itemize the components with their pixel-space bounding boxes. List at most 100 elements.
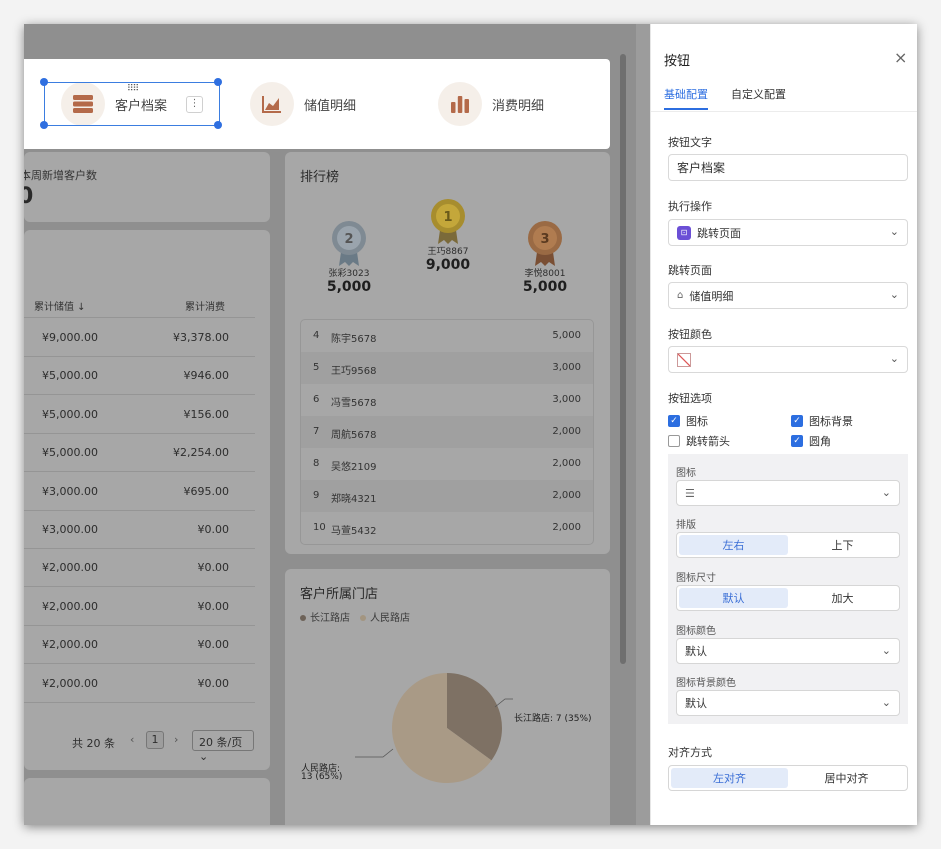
table-row[interactable]: ¥2,000.00 ¥0.00 [24, 588, 255, 626]
podium-value: 9,000 [425, 257, 471, 273]
tab-basic[interactable]: 基础配置 [664, 86, 708, 102]
stored-value-cell: ¥2,000.00 [42, 599, 98, 613]
consumption-detail-button[interactable]: 消费明细 [438, 82, 544, 126]
size-default[interactable]: 默认 [679, 588, 788, 608]
list-icon: ☰ [685, 486, 695, 500]
leader-line [355, 748, 394, 758]
table-row[interactable]: ¥3,000.00 ¥695.00 [24, 473, 255, 511]
header-stored[interactable]: 累计储值 ↓ [34, 298, 86, 313]
icon-select[interactable]: ☰ ⌄ [676, 480, 900, 506]
align-center[interactable]: 居中对齐 [788, 768, 905, 788]
app-window: 本周新增客户数 0 累计储值 ↓ 累计消费 ¥9,000.00 ¥3,378.00… [24, 24, 917, 825]
rank-name: 王巧9568 [331, 366, 377, 377]
checkbox-empty [668, 435, 680, 447]
prev-page-icon[interactable]: ‹ [130, 733, 134, 746]
spent-value-cell: ¥2,254.00 [173, 446, 229, 460]
pagination: 共 20 条 ‹ 1 › 20 条/页 ⌄ [24, 726, 270, 763]
layout-top-bottom[interactable]: 上下 [788, 535, 897, 555]
ranking-row: 8 吴悠2109 2,000 [301, 448, 593, 480]
ranking-row: 10 马萱5432 2,000 [301, 512, 593, 544]
stored-value-cell: ¥5,000.00 [42, 369, 98, 383]
close-icon[interactable]: × [894, 48, 907, 67]
tab-active-underline [664, 108, 708, 110]
rank-number: 8 [313, 458, 320, 469]
rank-name: 吴悠2109 [331, 462, 377, 473]
legend-item: 人民路店 [360, 609, 410, 624]
table-row[interactable]: ¥9,000.00 ¥3,378.00 [24, 319, 255, 357]
icon-bg-color-select[interactable]: 默认 ⌄ [676, 690, 900, 716]
button-text-input[interactable]: 客户档案 [668, 154, 908, 181]
spent-value-cell: ¥3,378.00 [173, 331, 229, 344]
stored-value-cell: ¥1,000.00 [42, 715, 98, 717]
icon-label: 图标 [676, 468, 696, 479]
spent-value-cell: ¥0.00 [197, 638, 230, 652]
next-page-icon[interactable]: › [174, 733, 178, 746]
jump-page-select[interactable]: ⌂ 储值明细 ⌄ [668, 282, 908, 309]
action-select[interactable]: ⊡ 跳转页面 ⌄ [668, 219, 908, 246]
align-left[interactable]: 左对齐 [671, 768, 788, 788]
spent-value-cell: ¥0.00 [198, 715, 230, 717]
store-chart-card: 客户所属门店 长江路店 人民路店 长江路店: 7 (35%) 人民路店: 13 … [285, 569, 610, 825]
spent-value-cell: ¥695.00 [183, 484, 230, 498]
rank-value: 2,000 [552, 426, 581, 437]
table-row[interactable]: ¥5,000.00 ¥156.00 [24, 396, 255, 434]
canvas-scrollbar[interactable] [620, 54, 626, 664]
no-color-icon [677, 352, 691, 367]
table-row[interactable]: ¥2,000.00 ¥0.00 [24, 626, 255, 665]
podium-name: 李悦8001 [524, 269, 566, 279]
button-options-label: 按钮选项 [668, 392, 712, 405]
ranking-title: 排行榜 [300, 170, 340, 185]
tab-custom[interactable]: 自定义配置 [731, 86, 786, 102]
resize-handle[interactable] [40, 121, 48, 129]
table-row[interactable]: ¥5,000.00 ¥2,254.00 [24, 434, 255, 473]
rank-value: 2,000 [552, 490, 581, 501]
stored-value-detail-button[interactable]: 储值明细 [250, 82, 356, 126]
option-rounded-checkbox[interactable]: ✓ 圆角 [791, 433, 831, 449]
layout-label: 排版 [676, 520, 696, 531]
silver-medal-icon: 2 [332, 221, 366, 266]
table-row[interactable]: ¥3,000.00 ¥0.00 [24, 511, 255, 549]
button-label: 消费明细 [492, 98, 545, 114]
ranking-row: 9 郑晓4321 2,000 [301, 480, 593, 512]
table-row[interactable]: ¥5,000.00 ¥946.00 [24, 357, 255, 396]
button-color-select[interactable]: ⌄ [668, 346, 908, 373]
spent-value-cell: ¥156.00 [183, 407, 230, 421]
podium-second: 2 张彩3023 5,000 [322, 220, 376, 295]
chevron-down-icon: ⌄ [889, 288, 899, 301]
table-row[interactable]: ¥2,000.00 ¥0.00 [24, 549, 255, 588]
layout-segmented: 左右 上下 [676, 532, 900, 558]
page-size-select[interactable]: 20 条/页 ⌄ [192, 730, 254, 763]
alignment-label: 对齐方式 [668, 746, 712, 759]
size-large[interactable]: 加大 [788, 588, 897, 608]
resize-handle[interactable] [40, 78, 48, 86]
rank-number: 4 [313, 330, 320, 341]
page-number[interactable]: 1 [146, 731, 164, 749]
stored-value-cell: ¥2,000.00 [42, 561, 98, 575]
layout-left-right[interactable]: 左右 [679, 535, 788, 555]
rank-number: 7 [313, 426, 320, 437]
chart-legend: 长江路店 人民路店 [300, 609, 410, 624]
jump-page-label: 跳转页面 [668, 264, 712, 277]
stored-value-cell: ¥9,000.00 [42, 331, 98, 344]
rank-number: 9 [313, 490, 320, 501]
option-icon-bg-checkbox[interactable]: ✓ 图标背景 [791, 413, 853, 429]
more-options-icon[interactable]: ⋮ [186, 96, 203, 113]
table-row[interactable]: ¥1,000.00 ¥0.00 [24, 703, 255, 717]
header-spent[interactable]: 累计消费 [185, 298, 225, 313]
rank-name: 郑晓4321 [331, 494, 377, 505]
check-icon: ✓ [668, 415, 680, 427]
resize-handle[interactable] [214, 121, 222, 129]
stored-value-cell: ¥3,000.00 [42, 523, 98, 536]
chevron-down-icon: ⌄ [881, 486, 891, 499]
pie-chart [355, 673, 513, 783]
option-icon-checkbox[interactable]: ✓ 图标 [668, 413, 708, 429]
drag-handle-icon[interactable]: ⠿⠿ [127, 84, 139, 94]
resize-handle[interactable] [214, 78, 222, 86]
table-row[interactable]: ¥2,000.00 ¥0.00 [24, 665, 255, 703]
spent-value-cell: ¥0.00 [197, 676, 230, 690]
option-arrow-checkbox[interactable]: 跳转箭头 [668, 433, 730, 449]
icon-color-select[interactable]: 默认 ⌄ [676, 638, 900, 664]
stat-value: 0 [24, 184, 34, 209]
dashboard-canvas: 本周新增客户数 0 累计储值 ↓ 累计消费 ¥9,000.00 ¥3,378.00… [24, 24, 636, 825]
icon-bg-color-label: 图标背景颜色 [676, 678, 736, 689]
